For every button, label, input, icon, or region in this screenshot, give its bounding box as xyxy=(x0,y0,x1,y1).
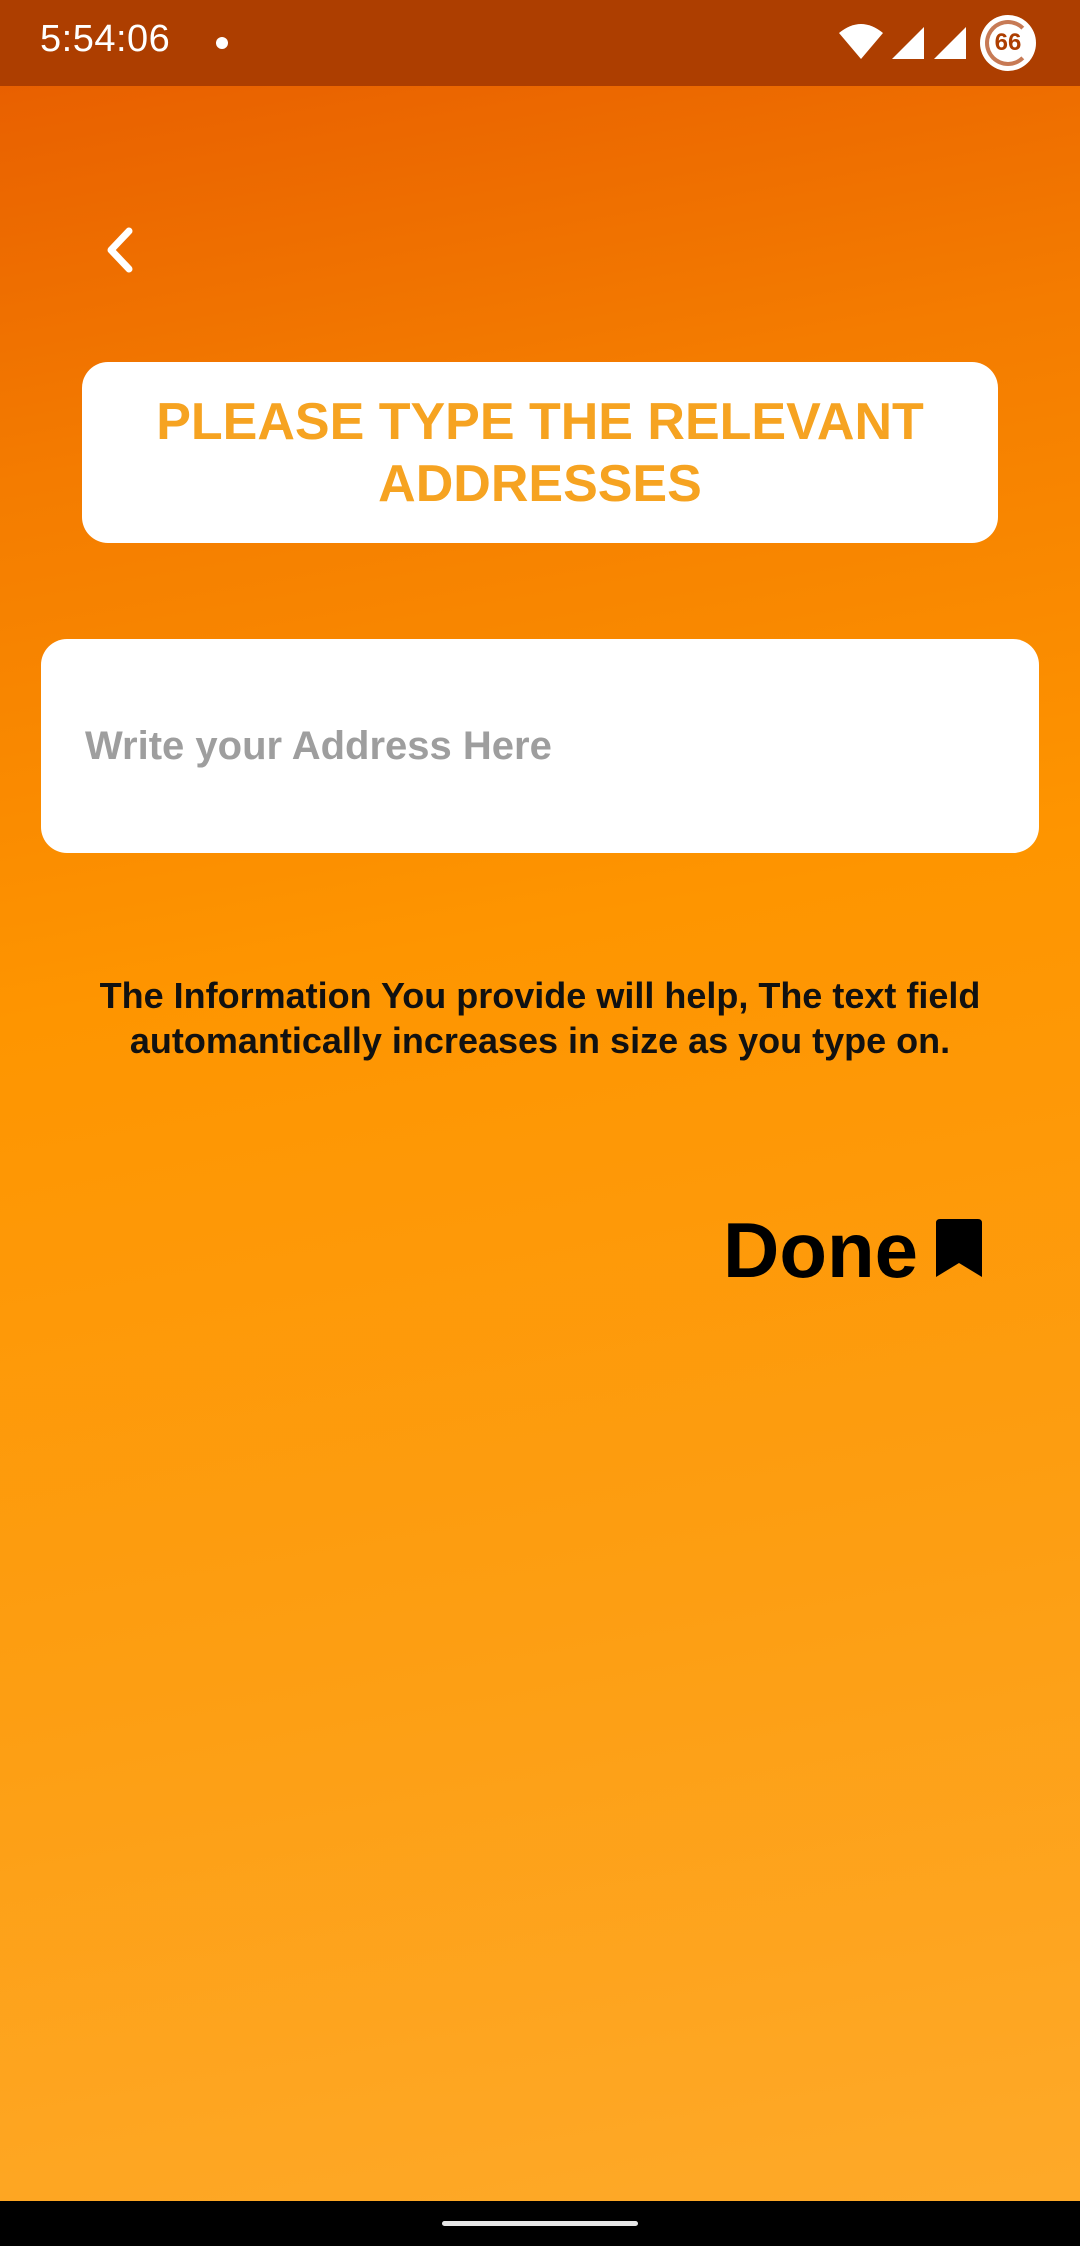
bookmark-icon xyxy=(934,1217,984,1284)
home-indicator[interactable] xyxy=(442,2221,638,2226)
battery-level: 66 xyxy=(994,29,1022,56)
navigation-bar xyxy=(0,2201,1080,2246)
done-button[interactable]: Done xyxy=(723,1205,984,1295)
wifi-icon xyxy=(838,21,884,66)
status-bar: 5:54:06 66 xyxy=(0,0,1080,86)
info-text: The Information You provide will help, T… xyxy=(99,975,981,1061)
cell-signal-icon xyxy=(890,21,926,66)
cell-signal-icon xyxy=(932,21,968,66)
notification-dot-icon xyxy=(216,37,228,49)
status-time: 5:54:06 xyxy=(40,18,171,60)
address-input[interactable] xyxy=(83,722,997,770)
status-icons: 66 xyxy=(838,14,1036,72)
back-button[interactable] xyxy=(88,220,152,284)
page-title: PLEASE TYPE THE RELEVANT ADDRESSES xyxy=(156,392,924,513)
battery-icon: 66 xyxy=(980,15,1036,71)
address-field-container[interactable] xyxy=(41,639,1039,853)
done-label: Done xyxy=(723,1205,918,1294)
title-card: PLEASE TYPE THE RELEVANT ADDRESSES xyxy=(82,362,998,543)
chevron-left-icon xyxy=(103,227,137,278)
address-screen: 5:54:06 66 PLEASE TYPE THE RELEVANT ADDR… xyxy=(0,0,1080,2246)
